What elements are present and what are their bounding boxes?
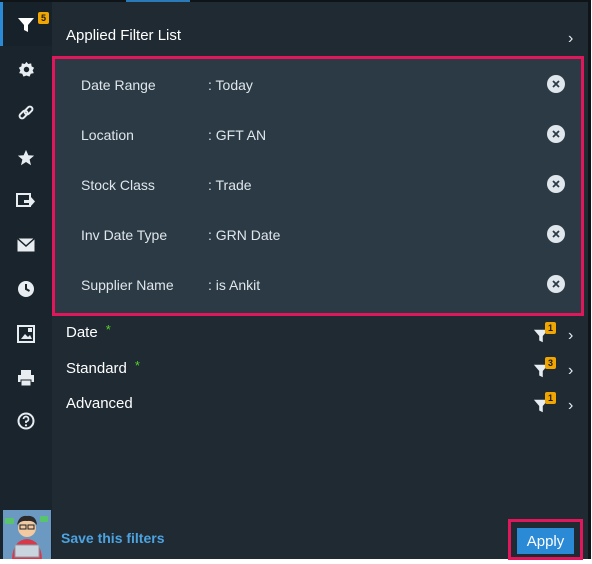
panel-title: Applied Filter List xyxy=(66,27,182,44)
star-icon[interactable] xyxy=(0,141,52,175)
help-icon[interactable] xyxy=(0,404,52,438)
export-icon[interactable] xyxy=(0,184,52,218)
applied-filters-list: Date Range : Today Location : GFT AN Sto… xyxy=(52,56,584,316)
filter-label: Date Range xyxy=(81,77,156,93)
chevron-right-icon[interactable]: › xyxy=(568,31,573,47)
required-marker: * xyxy=(105,322,111,337)
count-badge: 1 xyxy=(545,392,556,404)
avatar[interactable] xyxy=(3,510,51,559)
applied-filter-row: Stock Class : Trade xyxy=(55,171,581,201)
filter-label: Supplier Name xyxy=(81,277,174,293)
filter-value: : is Ankit xyxy=(208,277,261,293)
group-label: Date xyxy=(66,324,98,341)
close-icon[interactable] xyxy=(547,75,565,93)
filter-label: Inv Date Type xyxy=(81,227,168,243)
group-label: Advanced xyxy=(66,395,133,412)
filter-panel: 5 Applied Filter List › Date Range : Tod… xyxy=(0,0,591,560)
close-icon[interactable] xyxy=(547,175,565,193)
top-accent xyxy=(126,0,190,2)
clock-icon[interactable] xyxy=(0,272,52,306)
print-icon[interactable] xyxy=(0,361,52,395)
filter-value: : Trade xyxy=(208,177,252,193)
count-badge: 3 xyxy=(545,357,556,369)
group-advanced[interactable]: Advanced xyxy=(66,395,133,412)
count-badge: 1 xyxy=(545,322,556,334)
top-border xyxy=(0,0,591,2)
group-label: Standard xyxy=(66,360,127,377)
close-icon[interactable] xyxy=(547,225,565,243)
group-advanced-filter[interactable]: 1 xyxy=(533,392,556,414)
group-date[interactable]: Date * xyxy=(66,322,111,341)
filter-value: : GFT AN xyxy=(208,127,267,143)
chevron-right-icon[interactable]: › xyxy=(568,328,573,344)
filter-label: Stock Class xyxy=(81,177,155,193)
link-icon[interactable] xyxy=(0,96,52,130)
filter-value: : Today xyxy=(208,77,253,93)
chevron-right-icon[interactable]: › xyxy=(568,398,573,414)
required-marker: * xyxy=(134,358,140,373)
filter-label: Location xyxy=(81,127,134,143)
save-filters-link[interactable]: Save this filters xyxy=(61,530,165,546)
group-standard-filter[interactable]: 3 xyxy=(533,357,556,379)
group-standard[interactable]: Standard * xyxy=(66,358,140,377)
close-icon[interactable] xyxy=(547,275,565,293)
chevron-right-icon[interactable]: › xyxy=(568,363,573,379)
apply-button[interactable]: Apply xyxy=(517,528,574,554)
filter-value: : GRN Date xyxy=(208,227,281,243)
applied-filter-row: Location : GFT AN xyxy=(55,121,581,151)
group-date-filter[interactable]: 1 xyxy=(533,322,556,344)
assistant-avatar-image xyxy=(3,510,51,559)
applied-filter-row: Date Range : Today xyxy=(55,71,581,101)
gear-icon[interactable] xyxy=(0,52,52,86)
image-icon[interactable] xyxy=(0,317,52,351)
close-icon[interactable] xyxy=(547,125,565,143)
envelope-icon[interactable] xyxy=(0,228,52,262)
applied-filter-row: Supplier Name : is Ankit xyxy=(55,271,581,301)
right-border xyxy=(588,0,591,559)
applied-filter-row: Inv Date Type : GRN Date xyxy=(55,221,581,251)
apply-highlight: Apply xyxy=(508,519,583,560)
filter-count-badge: 5 xyxy=(38,12,49,24)
